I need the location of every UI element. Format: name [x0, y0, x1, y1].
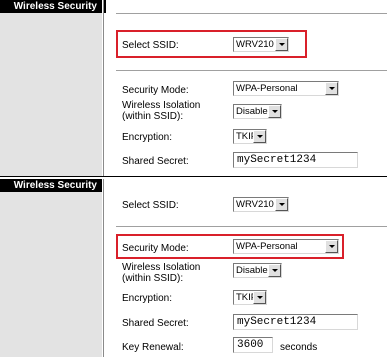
top-panel: Wireless Security Select SSID: WRV210 Se… — [0, 0, 387, 176]
chevron-down-icon — [325, 82, 338, 95]
isolation-value: Disabled — [236, 106, 268, 117]
row-divider — [116, 226, 387, 227]
header-strip — [104, 0, 106, 13]
isolation-label: Wireless Isolation (within SSID): — [122, 262, 201, 284]
security-mode-value: WPA-Personal — [236, 241, 298, 252]
encryption-label: Encryption: — [122, 293, 173, 304]
isolation-select[interactable]: Disabled — [233, 104, 282, 119]
bottom-panel: Wireless Security Select SSID: WRV210 Se… — [0, 177, 387, 357]
select-ssid-label: Select SSID: — [122, 200, 179, 211]
section-title: Wireless Security — [0, 179, 102, 192]
encryption-value: TKIP — [236, 131, 253, 142]
encryption-label: Encryption: — [122, 132, 173, 143]
encryption-select[interactable]: TKIP — [233, 129, 267, 144]
section-title: Wireless Security — [0, 0, 102, 13]
chevron-down-icon — [268, 264, 281, 277]
isolation-value: Disabled — [236, 265, 268, 276]
shared-secret-label: Shared Secret: — [122, 156, 189, 167]
row-divider — [116, 13, 387, 14]
ssid-select-value: WRV210 — [236, 39, 274, 50]
chevron-down-icon — [325, 240, 338, 253]
security-mode-label: Security Mode: — [122, 243, 189, 254]
select-ssid-label: Select SSID: — [122, 40, 179, 51]
isolation-select[interactable]: Disabled — [233, 263, 282, 278]
shared-secret-input[interactable]: mySecret1234 — [233, 314, 358, 330]
sidebar-column — [0, 13, 102, 176]
security-mode-label: Security Mode: — [122, 85, 189, 96]
chevron-down-icon — [253, 130, 266, 143]
encryption-value: TKIP — [236, 292, 253, 303]
chevron-down-icon — [275, 38, 288, 51]
security-mode-select[interactable]: WPA-Personal — [233, 81, 339, 96]
encryption-select[interactable]: TKIP — [233, 290, 267, 305]
key-renewal-unit: seconds — [280, 342, 318, 353]
ssid-select[interactable]: WRV210 — [233, 37, 289, 52]
sidebar-divider — [103, 179, 104, 357]
chevron-down-icon — [275, 198, 288, 211]
shared-secret-label: Shared Secret: — [122, 318, 189, 329]
key-renewal-input[interactable]: 3600 — [233, 337, 273, 353]
isolation-label: Wireless Isolation (within SSID): — [122, 100, 201, 122]
shared-secret-input[interactable]: mySecret1234 — [233, 152, 358, 168]
ssid-select[interactable]: WRV210 — [233, 197, 289, 212]
sidebar-divider — [103, 0, 104, 176]
security-mode-select[interactable]: WPA-Personal — [233, 239, 339, 254]
sidebar-column — [0, 192, 102, 357]
chevron-down-icon — [268, 105, 281, 118]
ssid-select-value: WRV210 — [236, 199, 274, 210]
security-mode-value: WPA-Personal — [236, 83, 298, 94]
key-renewal-label: Key Renewal: — [122, 342, 184, 353]
row-divider — [116, 70, 387, 71]
chevron-down-icon — [253, 291, 266, 304]
